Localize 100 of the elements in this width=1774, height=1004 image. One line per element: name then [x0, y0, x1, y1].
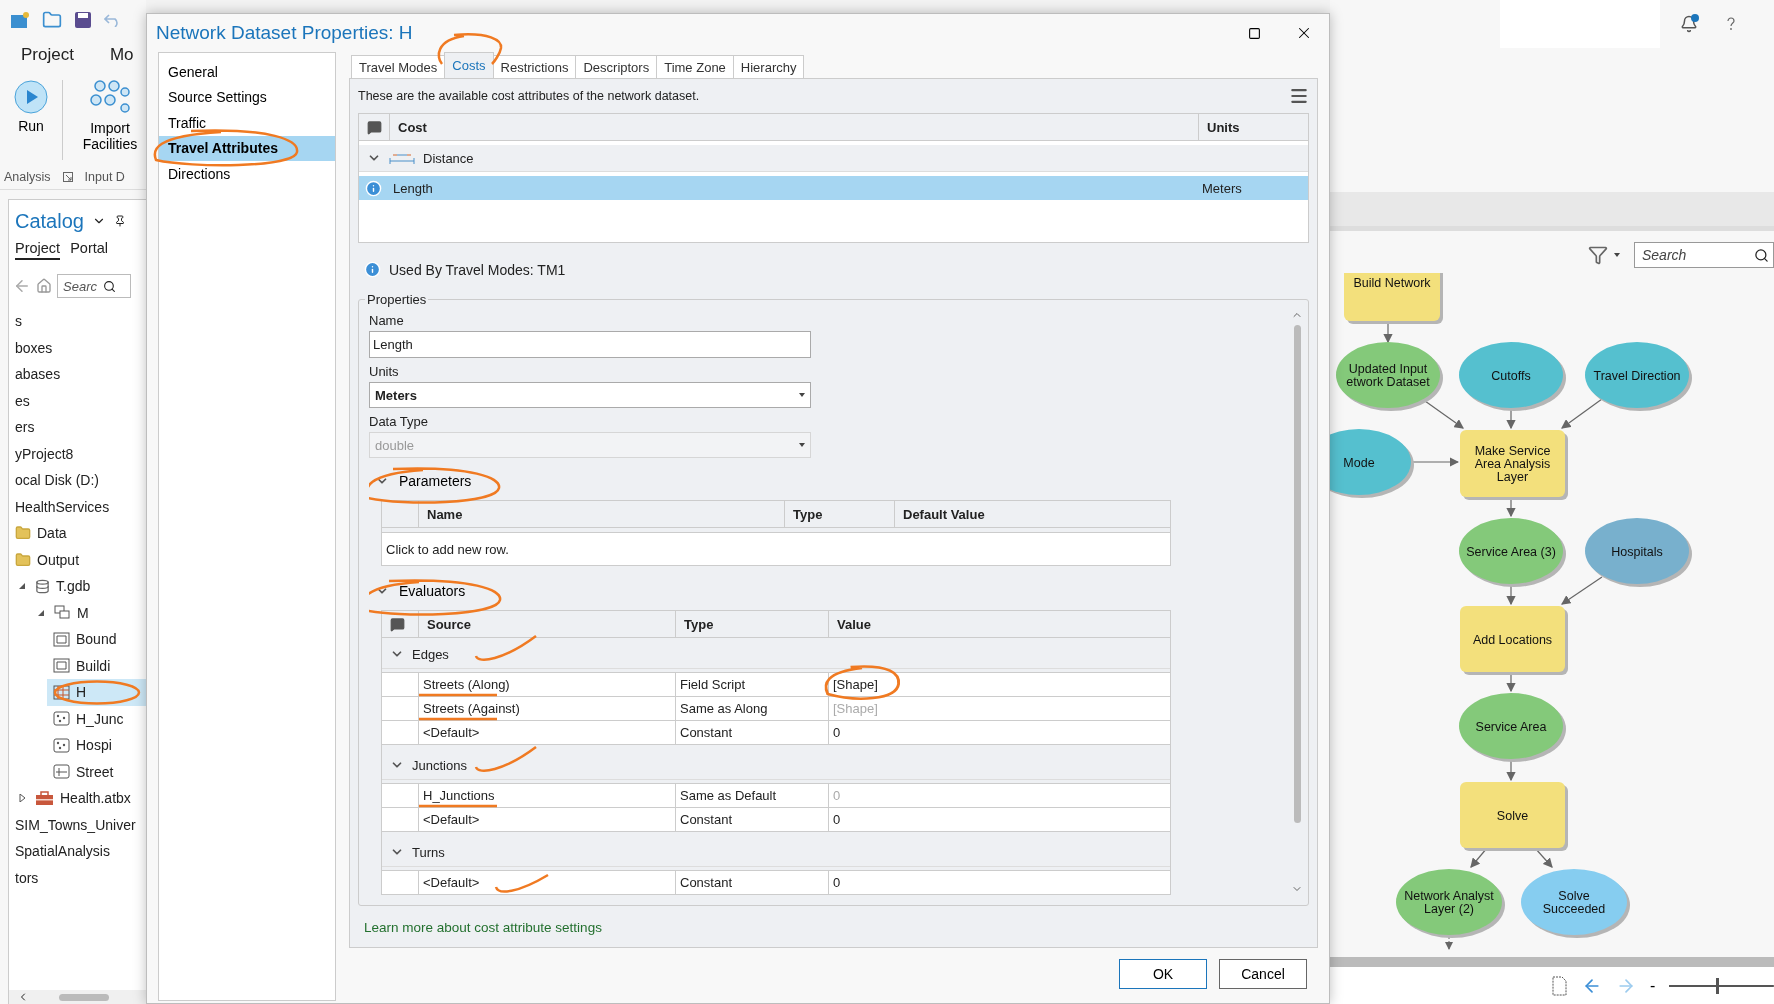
tree-item[interactable]: s — [9, 308, 146, 335]
search-field[interactable]: Search — [1634, 242, 1774, 268]
dialog-button[interactable]: OK — [1119, 959, 1207, 989]
panel-tab[interactable]: Project — [15, 240, 61, 260]
table-cell: Same as Along — [675, 697, 828, 720]
search-field[interactable]: Searc — [57, 274, 131, 298]
section-header[interactable]: Evaluators — [369, 576, 466, 606]
tab[interactable]: Descriptors — [575, 55, 658, 78]
tree-item[interactable]: SIM_Towns_Univer — [9, 811, 146, 838]
column-header: Type — [784, 501, 894, 527]
tab[interactable]: Travel Modes — [351, 55, 446, 78]
tree-item[interactable]: Buildi — [47, 652, 146, 679]
tree-item[interactable]: Data — [9, 520, 146, 547]
nav-item[interactable]: Directions — [159, 161, 335, 187]
nav-item[interactable]: Travel Attributes — [159, 135, 335, 161]
column-header: Value — [828, 611, 1170, 637]
table-cell-text: Meters — [1201, 180, 1243, 196]
column-header: Default Value — [894, 501, 1170, 527]
dialog-button[interactable]: Cancel — [1219, 959, 1307, 989]
data-node[interactable]: Travel Direction — [1585, 342, 1692, 411]
description-text: These are the available cost attributes of the network dataset. — [358, 89, 700, 103]
run-button[interactable]: Run — [14, 80, 48, 134]
tree-item[interactable]: Health.atbx — [9, 785, 146, 812]
tree-item[interactable]: HealthServices — [9, 493, 146, 520]
field-label: Name — [369, 313, 405, 330]
table-cell: H_Junctions — [418, 784, 675, 807]
table-cell: <Default> — [418, 721, 675, 744]
table-cell: Streets (Along) — [418, 673, 675, 696]
table-cell: Field Script — [675, 673, 828, 696]
table-cell: Constant — [675, 721, 828, 744]
group-label: Analysis — [4, 170, 51, 184]
panel-title: Catalog — [15, 209, 84, 233]
dropdown[interactable]: Meters — [369, 382, 811, 408]
column-header: Name — [418, 501, 784, 527]
tree-item[interactable]: ers — [9, 414, 146, 441]
nav-item[interactable]: Traffic — [159, 110, 335, 136]
data-node[interactable]: Network Analyst Layer (2) — [1396, 869, 1505, 938]
field-label: Units — [369, 364, 400, 381]
help-link[interactable]: Learn more about cost attribute settings — [358, 906, 1309, 935]
table-cell: [Shape] — [828, 673, 1170, 696]
data-node[interactable]: Updated Input etwork Dataset — [1336, 342, 1443, 411]
table-row[interactable]: Length Meters — [359, 176, 1308, 200]
process-node[interactable]: Add Locations — [1460, 606, 1568, 675]
data-node[interactable]: Solve Succeeded — [1521, 869, 1630, 938]
table-cell: Constant — [675, 808, 828, 831]
tab[interactable]: Restrictions — [492, 55, 577, 78]
ribbon-tab[interactable]: Project — [21, 45, 74, 65]
search-input[interactable]: Searc — [61, 277, 101, 295]
tree-item[interactable]: abases — [9, 361, 146, 388]
nav-item[interactable]: Source Settings — [159, 84, 335, 110]
data-node[interactable]: Mode — [1330, 429, 1414, 498]
group-label: Junctions — [412, 757, 467, 773]
name-field[interactable]: Length — [369, 331, 811, 358]
tree-item[interactable]: yProject8 — [9, 440, 146, 467]
new-row[interactable]: Click to add new row. — [382, 532, 1170, 565]
table-cell-text: Length — [392, 180, 434, 196]
tree-item[interactable]: ocal Disk (D:) — [9, 467, 146, 494]
import-button[interactable]: Import Facilities — [77, 80, 143, 152]
tab[interactable]: Time Zone — [656, 55, 734, 78]
data-node[interactable]: Hospitals — [1585, 518, 1692, 587]
ribbon-tab[interactable]: Mo — [109, 45, 134, 65]
tab[interactable]: Hierarchy — [732, 55, 805, 78]
tree-item[interactable]: Street — [47, 758, 146, 785]
section-header[interactable]: Parameters — [369, 466, 472, 496]
table-cell: [Shape] — [828, 697, 1170, 720]
table-cell: Constant — [675, 871, 828, 894]
panel-tab[interactable]: Portal — [70, 240, 109, 260]
tree-item[interactable]: Hospi — [47, 732, 146, 759]
table-cell: 0 — [828, 808, 1170, 831]
group-label: Edges — [412, 646, 449, 662]
tree-item[interactable]: es — [9, 387, 146, 414]
tree-item[interactable]: tors — [9, 864, 146, 891]
tree-item[interactable]: SpatialAnalysis — [9, 838, 146, 865]
process-node[interactable]: Solve — [1460, 782, 1568, 851]
group-label: Input D — [84, 170, 125, 184]
table-cell: 0 — [828, 784, 1170, 807]
tree-item[interactable]: T.gdb — [9, 573, 146, 600]
process-node[interactable]: Make Service Area Analysis Layer — [1460, 430, 1568, 500]
column-header: Units — [1198, 114, 1308, 140]
group-label: Distance — [423, 150, 474, 166]
data-node[interactable]: Cutoffs — [1459, 342, 1566, 411]
zoom-out-button[interactable]: - — [1650, 976, 1656, 995]
column-header: Type — [675, 611, 828, 637]
tree-item[interactable]: boxes — [9, 334, 146, 361]
group-legend: Properties — [365, 292, 429, 307]
table-cell: <Default> — [418, 871, 675, 894]
tree-item[interactable]: H_Junc — [47, 705, 146, 732]
nav-item[interactable]: General — [159, 59, 335, 85]
group-label: Turns — [412, 844, 445, 860]
tree-item[interactable]: M — [28, 599, 146, 626]
table-cell: 0 — [828, 721, 1170, 744]
tree-item[interactable]: Output — [9, 546, 146, 573]
data-node[interactable]: Service Area (3) — [1459, 518, 1566, 587]
data-node[interactable]: Service Area — [1459, 693, 1566, 762]
process-node[interactable]: Build Network — [1344, 273, 1443, 324]
tree-item[interactable]: Bound — [47, 626, 146, 653]
window-title: Network Dataset Properties: H — [156, 22, 414, 44]
tab[interactable]: Costs — [444, 52, 494, 78]
table-cell: Same as Default — [675, 784, 828, 807]
column-header: Cost — [389, 114, 1198, 140]
